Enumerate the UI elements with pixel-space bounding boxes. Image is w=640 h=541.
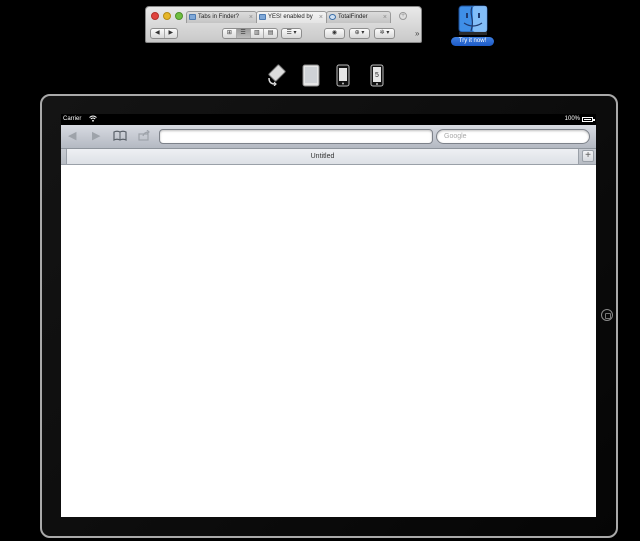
action-gear-button[interactable]: ✲ ▾ bbox=[374, 28, 395, 39]
bookmarks-icon[interactable] bbox=[113, 130, 127, 144]
address-bar[interactable] bbox=[159, 129, 433, 144]
close-window-button[interactable] bbox=[151, 12, 159, 20]
finder-tab-label: TotalFinder bbox=[338, 14, 368, 20]
finder-tab-2[interactable]: YES! enabled by × bbox=[256, 11, 327, 23]
battery-percent: 100% bbox=[564, 116, 580, 122]
try-it-now-button[interactable]: Try it now! bbox=[451, 37, 494, 46]
toolbar-overflow-icon[interactable]: » bbox=[415, 30, 419, 38]
forward-arrow-icon[interactable]: ▶ bbox=[163, 29, 178, 38]
forward-icon[interactable]: ▶ bbox=[92, 130, 100, 142]
zoom-window-button[interactable] bbox=[175, 12, 183, 20]
battery-icon bbox=[582, 117, 595, 122]
arrange-button[interactable]: ☰ ▾ bbox=[281, 28, 302, 39]
back-icon[interactable]: ◀ bbox=[68, 130, 76, 142]
home-button[interactable] bbox=[601, 309, 613, 321]
ipad-icon[interactable] bbox=[302, 64, 320, 92]
close-tab-icon[interactable]: × bbox=[383, 12, 387, 23]
list-view-icon[interactable]: ☰ bbox=[236, 29, 251, 38]
new-tab-icon[interactable]: + bbox=[399, 12, 407, 20]
back-forward-control[interactable]: ◀ ▶ bbox=[150, 28, 178, 39]
finder-tab-1[interactable]: Tabs in Finder? × bbox=[186, 11, 257, 23]
carrier-label: Carrier bbox=[63, 116, 82, 122]
back-arrow-icon[interactable]: ◀ bbox=[151, 29, 164, 38]
share-button[interactable]: ⊕ ▾ bbox=[349, 28, 370, 39]
folder-icon bbox=[189, 14, 196, 20]
safari-toolbar: ◀ ▶ Google bbox=[61, 125, 596, 149]
iphone-icon[interactable] bbox=[336, 64, 350, 92]
iphone-5-icon[interactable]: 5 bbox=[370, 64, 384, 92]
iphone-5-badge: 5 bbox=[375, 72, 379, 79]
column-view-icon[interactable]: ▥ bbox=[251, 29, 265, 38]
coverflow-view-icon[interactable]: ▤ bbox=[264, 29, 277, 38]
minimize-window-button[interactable] bbox=[163, 12, 171, 20]
rotate-icon[interactable] bbox=[267, 64, 289, 91]
finder-tab-3[interactable]: TotalFinder × bbox=[326, 11, 391, 23]
totalfinder-promo-window: Tabs in Finder? × YES! enabled by × Tota… bbox=[145, 6, 422, 43]
view-mode-control[interactable]: ⊞ ☰ ▥ ▤ bbox=[222, 28, 278, 39]
tab-untitled[interactable]: Untitled bbox=[66, 149, 579, 164]
close-tab-icon[interactable]: × bbox=[319, 12, 323, 23]
finder-tab-label: Tabs in Finder? bbox=[198, 14, 240, 20]
new-tab-button[interactable]: + bbox=[582, 150, 594, 162]
web-content-area[interactable] bbox=[61, 165, 596, 517]
globe-icon bbox=[329, 14, 336, 20]
finder-face-icon[interactable] bbox=[457, 5, 489, 35]
icon-view-icon[interactable]: ⊞ bbox=[223, 29, 237, 38]
safari-tab-bar: Untitled + bbox=[61, 149, 596, 165]
ipad-screen: Carrier 100% ◀ ▶ Google Untitled + bbox=[61, 114, 596, 517]
quicklook-eye-icon[interactable]: ◉ bbox=[324, 28, 345, 39]
close-tab-icon[interactable]: × bbox=[249, 12, 253, 23]
share-icon[interactable] bbox=[138, 129, 151, 144]
search-input[interactable]: Google bbox=[436, 129, 590, 144]
folder-icon bbox=[259, 14, 266, 20]
finder-tab-label: YES! enabled by bbox=[268, 14, 313, 20]
status-bar: Carrier 100% bbox=[61, 114, 596, 125]
